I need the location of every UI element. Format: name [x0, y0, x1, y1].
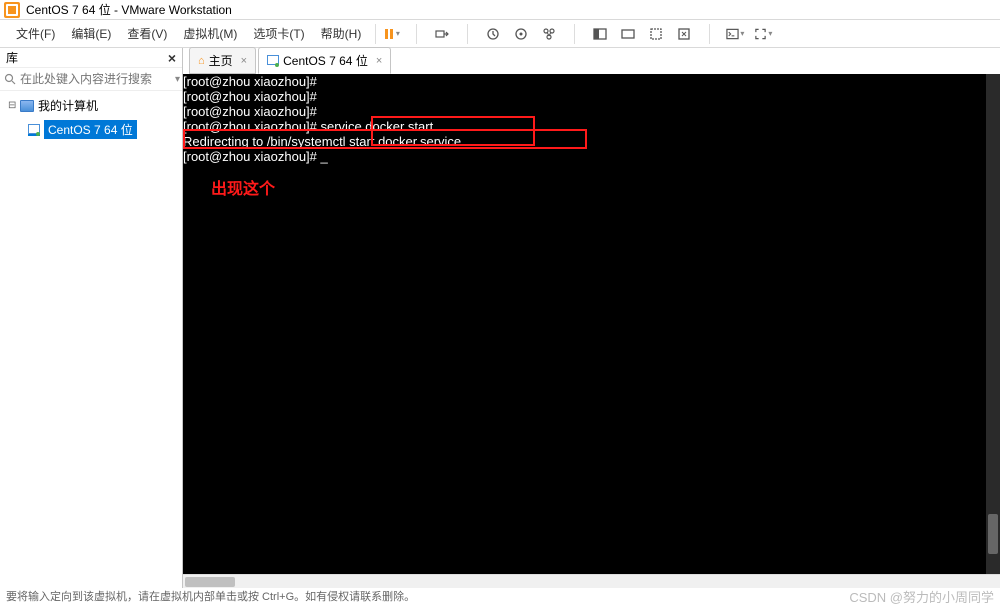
- sidebar-header: 库 ×: [0, 48, 182, 68]
- unity-icon[interactable]: [647, 25, 665, 43]
- close-icon[interactable]: ×: [241, 55, 247, 67]
- monitor-icon: [20, 100, 34, 112]
- chevron-down-icon[interactable]: ▾: [175, 74, 180, 85]
- close-icon[interactable]: ×: [168, 50, 176, 66]
- separator: [574, 24, 575, 44]
- separator: [709, 24, 710, 44]
- menu-edit[interactable]: 编辑(E): [63, 21, 119, 46]
- stretch-icon[interactable]: [675, 25, 693, 43]
- terminal-line: [root@zhou xiaozhou]#: [183, 104, 1000, 119]
- sidebar-tree: ⊟ 我的计算机 CentOS 7 64 位: [0, 91, 182, 588]
- chevron-down-icon: ▾: [768, 29, 772, 38]
- separator: [375, 24, 376, 44]
- separator: [467, 24, 468, 44]
- tab-home-label: 主页: [209, 52, 233, 69]
- tree-root-mycomputer[interactable]: ⊟ 我的计算机: [0, 95, 182, 116]
- tree-vm-label: CentOS 7 64 位: [44, 120, 137, 139]
- multimon-icon[interactable]: [619, 25, 637, 43]
- terminal-scrollbar-vertical[interactable]: [986, 74, 1000, 574]
- terminal-line: [root@zhou xiaozhou]#: [183, 74, 1000, 89]
- search-input[interactable]: [20, 72, 175, 86]
- chevron-down-icon: ▾: [740, 29, 744, 38]
- terminal-line: [root@zhou xiaozhou]# _: [183, 149, 1000, 164]
- main-area: 库 × ▾ ⊟ 我的计算机 CentOS 7 64 位 ⌂: [0, 48, 1000, 588]
- vm-icon: [28, 124, 40, 136]
- collapse-icon[interactable]: ⊟: [8, 100, 20, 111]
- menu-view[interactable]: 查看(V): [119, 21, 175, 46]
- statusbar: 要将输入定向到该虚拟机，请在虚拟机内部单击或按 Ctrl+G。如有侵权请联系删除…: [0, 588, 1000, 604]
- scrollbar-thumb[interactable]: [988, 514, 998, 554]
- menubar: 文件(F) 编辑(E) 查看(V) 虚拟机(M) 选项卡(T) 帮助(H) ▾: [0, 20, 1000, 48]
- snapshot-icon[interactable]: [484, 25, 502, 43]
- titlebar: CentOS 7 64 位 - VMware Workstation: [0, 0, 1000, 20]
- annotation-text: 出现这个: [211, 182, 275, 197]
- chevron-down-icon: ▾: [396, 29, 400, 38]
- snapshot-tree-icon[interactable]: [540, 25, 558, 43]
- pause-icon[interactable]: ▾: [382, 25, 400, 43]
- fullscreen-icon[interactable]: [591, 25, 609, 43]
- menu-help[interactable]: 帮助(H): [313, 21, 370, 46]
- annotation-box: [183, 129, 587, 149]
- menu-tabs[interactable]: 选项卡(T): [245, 21, 312, 46]
- tab-vm-label: CentOS 7 64 位: [283, 52, 368, 69]
- window-title: CentOS 7 64 位 - VMware Workstation: [26, 1, 232, 18]
- library-sidebar: 库 × ▾ ⊟ 我的计算机 CentOS 7 64 位: [0, 48, 183, 588]
- menu-items: 文件(F) 编辑(E) 查看(V) 虚拟机(M) 选项卡(T) 帮助(H): [0, 21, 369, 46]
- vm-terminal[interactable]: [root@zhou xiaozhou]# [root@zhou xiaozho…: [183, 74, 1000, 574]
- search-icon: [4, 72, 16, 86]
- console-icon[interactable]: ▾: [726, 25, 744, 43]
- tree-item-vm[interactable]: CentOS 7 64 位: [0, 118, 182, 141]
- menu-file[interactable]: 文件(F): [8, 21, 63, 46]
- status-text: 要将输入定向到该虚拟机，请在虚拟机内部单击或按 Ctrl+G。如有侵权请联系删除…: [6, 588, 415, 604]
- snapshot-manage-icon[interactable]: [512, 25, 530, 43]
- home-icon: ⌂: [198, 55, 205, 67]
- tree-label: 我的计算机: [38, 97, 98, 114]
- close-icon[interactable]: ×: [376, 55, 382, 67]
- tab-home[interactable]: ⌂ 主页 ×: [189, 47, 256, 74]
- content-area: ⌂ 主页 × CentOS 7 64 位 × [root@zhou xiaozh…: [183, 48, 1000, 588]
- toolbar: ▾ ▾: [382, 24, 772, 44]
- sidebar-search: ▾: [0, 68, 182, 91]
- menu-vm[interactable]: 虚拟机(M): [175, 21, 245, 46]
- vm-icon: [267, 55, 279, 67]
- send-icon[interactable]: [433, 25, 451, 43]
- expand-icon[interactable]: ▾: [754, 25, 772, 43]
- tabs-row: ⌂ 主页 × CentOS 7 64 位 ×: [183, 48, 1000, 74]
- separator: [416, 24, 417, 44]
- app-icon: [4, 2, 20, 18]
- sidebar-title: 库: [6, 49, 18, 66]
- tab-vm[interactable]: CentOS 7 64 位 ×: [258, 47, 391, 74]
- terminal-line: [root@zhou xiaozhou]#: [183, 89, 1000, 104]
